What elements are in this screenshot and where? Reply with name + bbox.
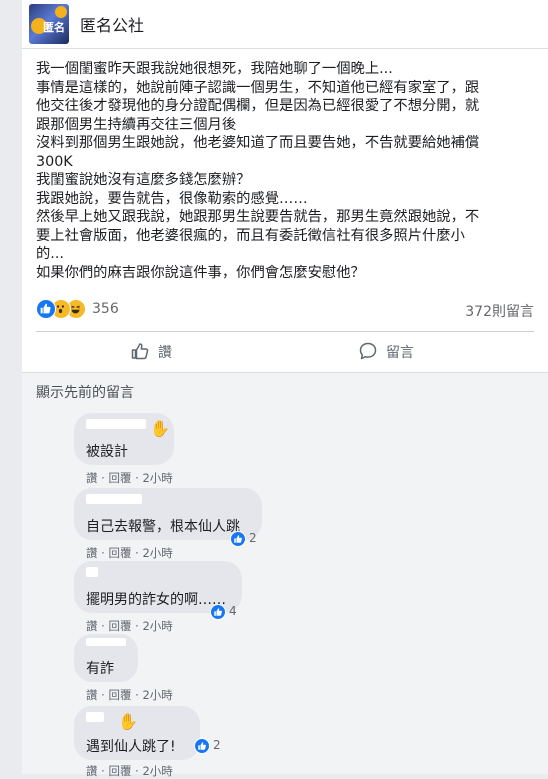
comment-button-label: 留言 <box>386 345 414 361</box>
comment-item: ✋ 遇到仙人跳了! 2 讚 · 回覆 · 2小時 <box>74 706 221 778</box>
post-line: 要上社會版面，他老婆很瘋的，而且有委託徵信社有很多照片什麼小 <box>36 227 465 244</box>
page-avatar[interactable]: 匿名 <box>29 4 69 44</box>
comment-text: 自己去報警，根本仙人跳 <box>86 519 240 535</box>
like-reaction-icon <box>194 738 210 754</box>
dot-separator: · <box>135 471 139 485</box>
comment-reply-link[interactable]: 回覆 <box>108 471 131 485</box>
dot-separator: · <box>101 619 105 633</box>
comment-reply-link[interactable]: 回覆 <box>108 688 131 702</box>
comment-meta: 讚 · 回覆 · 2小時 <box>86 687 173 703</box>
like-reaction-icon <box>36 299 56 319</box>
avatar-ball-icon <box>55 6 67 18</box>
comment-item: 有詐 讚 · 回覆 · 2小時 <box>74 634 173 702</box>
post-line: 沒料到那個男生跟她說，他老婆知道了而且要告她，不告就要給她補償 <box>36 135 480 151</box>
comment-time[interactable]: 2小時 <box>142 619 172 633</box>
comment-item: ✋ 被設計 讚 · 回覆 · 2小時 <box>74 413 174 485</box>
wave-hand-icon: ✋ <box>150 419 170 438</box>
view-previous-comments-link[interactable]: 顯示先前的留言 <box>36 382 134 402</box>
dot-separator: · <box>101 764 105 778</box>
post-line: 我一個閨蜜昨天跟我說她很想死，我陪她聊了一個晚上... <box>36 61 393 77</box>
header-divider <box>22 48 548 49</box>
comment-item: 自己去報警，根本仙人跳 2 讚 · 回覆 · 2小時 <box>74 488 262 560</box>
post-line: 我閨蜜說她沒有這麼多錢怎麼辦？ <box>36 172 251 188</box>
comment-meta: 讚 · 回覆 · 2小時 <box>86 618 173 634</box>
thumbs-up-icon <box>131 343 149 360</box>
post-line: 事情是這樣的，她說前陣子認識一個男生，不知道他已經有家室了，跟 <box>36 79 480 96</box>
like-button-label: 讚 <box>158 345 172 361</box>
comment-bubble: ✋ 被設計 <box>74 413 174 465</box>
comment-text: 遇到仙人跳了! <box>86 739 176 755</box>
commenter-name-redacted[interactable] <box>86 494 142 504</box>
comment-like-link[interactable]: 讚 <box>86 546 98 560</box>
comment-time[interactable]: 2小時 <box>142 688 172 702</box>
dot-separator: · <box>101 546 105 560</box>
comment-bubble: 有詐 <box>74 634 138 682</box>
comment-count[interactable]: 372則留言 <box>465 301 534 321</box>
comment-reaction-count: 2 <box>249 531 257 545</box>
commenter-name-redacted[interactable] <box>86 419 146 429</box>
comment-time[interactable]: 2小時 <box>142 471 172 485</box>
dot-separator: · <box>135 764 139 778</box>
comment-reaction-count: 2 <box>213 738 221 752</box>
post-line: 我跟她說，要告就告，很像勒索的感覺…… <box>36 190 308 207</box>
comment-meta: 讚 · 回覆 · 2小時 <box>86 470 173 486</box>
comment-meta: 讚 · 回覆 · 2小時 <box>86 545 173 561</box>
page-name[interactable]: 匿名公社 <box>80 12 144 36</box>
actions-divider <box>36 331 534 332</box>
comment-icon <box>359 342 377 360</box>
post-line: 如果你們的麻吉跟你說這件事，你們會怎麼安慰他？ <box>36 264 365 281</box>
dot-separator: · <box>101 688 105 702</box>
comment-like-link[interactable]: 讚 <box>86 471 98 485</box>
like-reaction-icon <box>210 604 226 620</box>
comment-like-link[interactable]: 讚 <box>86 688 98 702</box>
commenter-name-redacted[interactable] <box>86 567 98 577</box>
post-header: 匿名 匿名公社 <box>22 0 548 48</box>
comment-time[interactable]: 2小時 <box>142 764 172 778</box>
comment-reply-link[interactable]: 回覆 <box>108 546 131 560</box>
comment-text: 被設計 <box>86 444 128 460</box>
comment-like-link[interactable]: 讚 <box>86 764 98 778</box>
dot-separator: · <box>135 688 139 702</box>
comments-section: 顯示先前的留言 ✋ 被設計 讚 · 回覆 · 2小時 自己去報警，根本仙人跳 2… <box>22 373 548 778</box>
dot-separator: · <box>135 619 139 633</box>
comment-bubble: ✋ 遇到仙人跳了! <box>74 706 200 760</box>
reaction-count: 356 <box>92 301 119 317</box>
post-line: 跟那個男生持續再交往三個月後 <box>36 116 237 133</box>
comment-time[interactable]: 2小時 <box>142 546 172 560</box>
like-button[interactable]: 讚 <box>130 340 210 364</box>
post-text: 我一個閨蜜昨天跟我說她很想死，我陪她聊了一個晚上... 事情是這樣的，她說前陣子… <box>36 60 536 282</box>
dot-separator: · <box>135 546 139 560</box>
commenter-name-redacted[interactable] <box>86 638 126 646</box>
comment-text: 擺明男的詐女的啊…… <box>86 592 226 608</box>
like-reaction-icon <box>230 531 246 547</box>
commenter-name-redacted[interactable] <box>86 712 104 722</box>
dot-separator: · <box>101 471 105 485</box>
comment-item: 擺明男的詐女的啊…… 4 讚 · 回覆 · 2小時 <box>74 561 242 633</box>
comment-meta: 讚 · 回覆 · 2小時 <box>86 763 173 779</box>
comment-reaction-count: 4 <box>229 604 237 618</box>
post-line: 300K <box>36 153 73 170</box>
comment-like-link[interactable]: 讚 <box>86 619 98 633</box>
wave-hand-icon: ✋ <box>118 712 138 731</box>
comment-text: 有詐 <box>86 661 114 677</box>
post-line: 他交往後才發現他的身分證配偶欄，但是因為已經很愛了不想分開，就 <box>36 98 480 114</box>
post-line: 然後早上她又跟我說，她跟那男生說要告就告，那男生竟然跟她說，不 <box>36 209 480 225</box>
comment-button[interactable]: 留言 <box>358 340 438 364</box>
comment-reply-link[interactable]: 回覆 <box>108 619 131 633</box>
comment-reply-link[interactable]: 回覆 <box>108 764 131 778</box>
avatar-text: 匿名 <box>43 21 65 34</box>
post-card: 匿名 匿名公社 我一個閨蜜昨天跟我說她很想死，我陪她聊了一個晚上... 事情是這… <box>22 0 548 778</box>
post-line: 的... <box>36 246 64 262</box>
